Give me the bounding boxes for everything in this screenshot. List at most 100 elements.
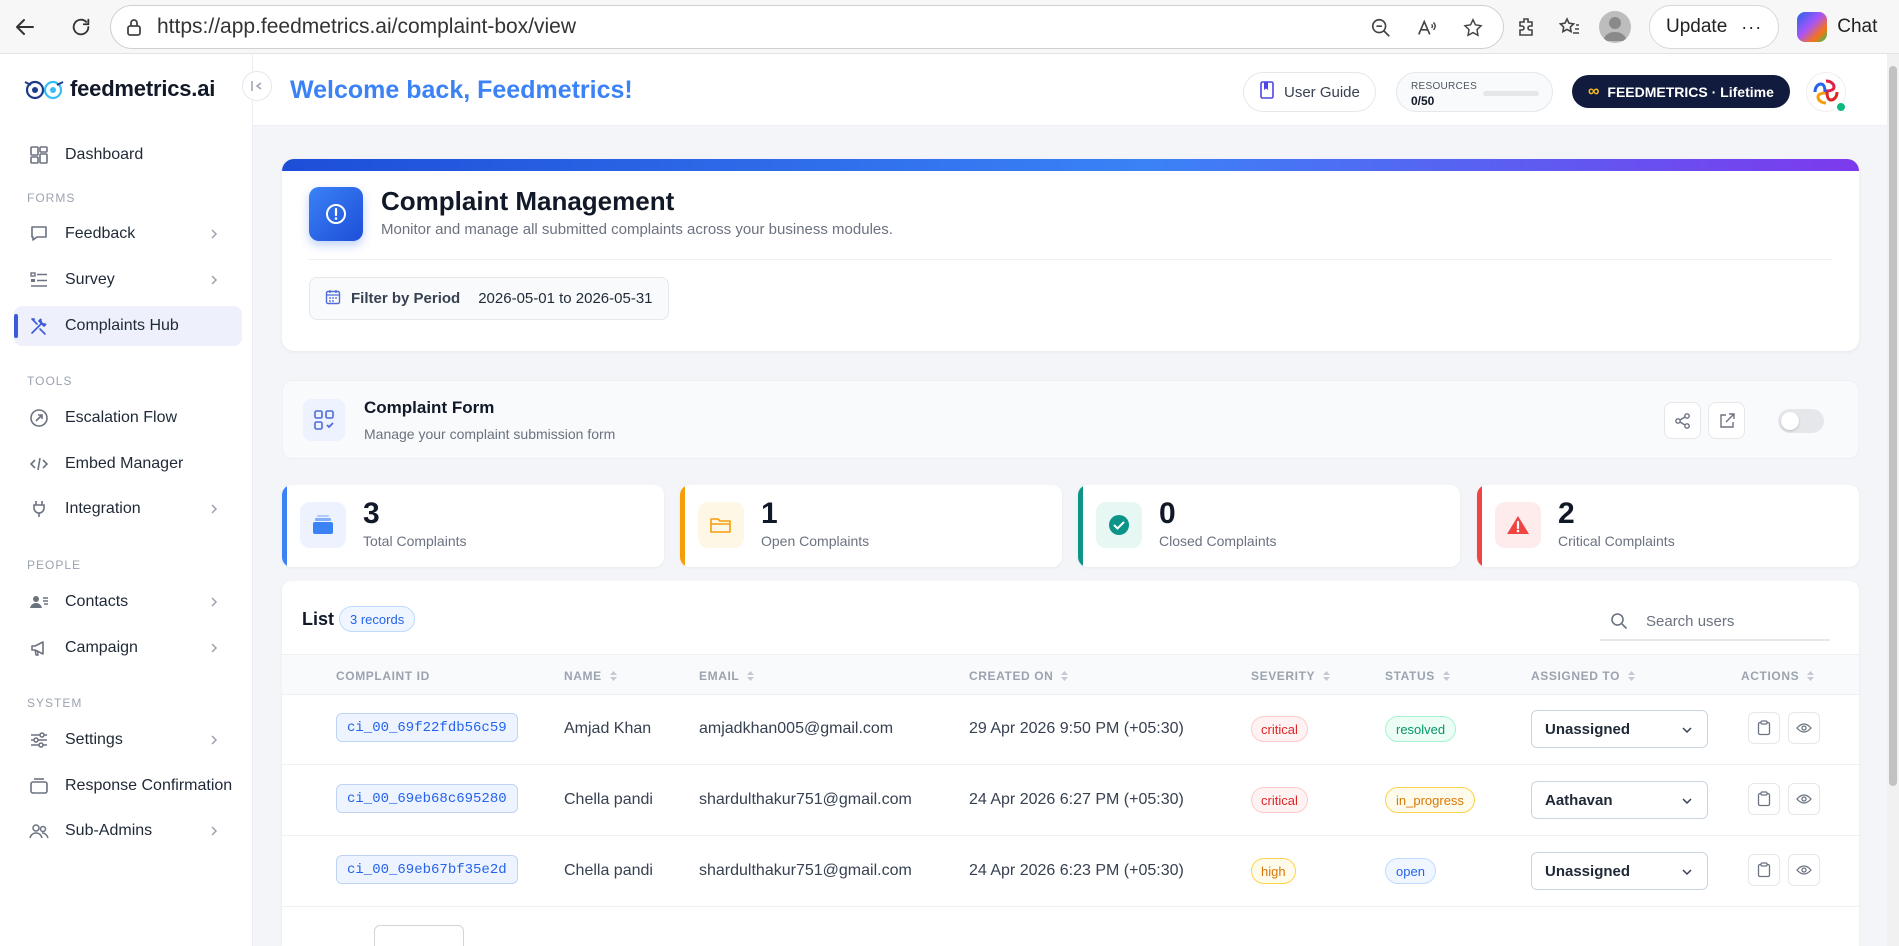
copy-button[interactable] — [1748, 783, 1780, 815]
chevron-down-icon — [1682, 869, 1692, 876]
sidebar-item-label: Integration — [65, 500, 141, 517]
share-button[interactable] — [1664, 402, 1701, 439]
sidebar-item-embed-manager[interactable]: Embed Manager — [14, 444, 242, 484]
stat-label: Open Complaints — [761, 533, 870, 549]
sort-icon — [1442, 671, 1450, 681]
assignee-value: Aathavan — [1545, 791, 1613, 809]
copilot-chat-button[interactable]: Chat — [1797, 12, 1877, 42]
extensions-icon[interactable] — [1515, 15, 1539, 39]
eye-icon — [1796, 865, 1812, 875]
sidebar-item-survey[interactable]: Survey — [14, 260, 242, 300]
sidebar-item-feedback[interactable]: Feedback — [14, 214, 242, 254]
status-badge: in_progress — [1385, 787, 1475, 813]
external-link-icon — [1719, 412, 1735, 428]
sidebar-item-dashboard[interactable]: Dashboard — [14, 135, 242, 175]
sidebar-item-escalation-flow[interactable]: Escalation Flow — [14, 398, 242, 438]
column-header-email[interactable]: EMAIL — [699, 669, 755, 683]
sidebar-item-complaints-hub[interactable]: Complaints Hub — [14, 306, 242, 346]
update-button[interactable]: Update ··· — [1649, 5, 1780, 49]
stat-label: Closed Complaints — [1159, 533, 1277, 549]
form-enabled-toggle[interactable] — [1778, 409, 1824, 433]
complaint-id-chip[interactable]: ci_00_69f22fdb56c59 — [336, 713, 518, 742]
sidebar-item-sub-admins[interactable]: Sub-Admins — [14, 811, 242, 851]
stat-accent-bar — [1078, 485, 1083, 567]
column-header-status[interactable]: STATUS — [1385, 669, 1451, 683]
assignee-select[interactable]: Aathavan — [1531, 781, 1708, 819]
resources-progress-bar — [1483, 91, 1539, 96]
sidebar-item-label: Survey — [65, 271, 115, 288]
column-header-severity[interactable]: SEVERITY — [1251, 669, 1331, 683]
column-header-name[interactable]: NAME — [564, 669, 618, 683]
stat-critical-complaints: 2 Critical Complaints — [1477, 485, 1859, 567]
view-button[interactable] — [1788, 854, 1820, 886]
view-button[interactable] — [1788, 712, 1820, 744]
favorite-star-icon[interactable] — [1461, 16, 1485, 40]
section-people-label: PEOPLE — [27, 558, 82, 572]
sidebar-item-label: Complaints Hub — [65, 317, 179, 334]
assignee-value: Unassigned — [1545, 720, 1631, 738]
assignee-select[interactable]: Unassigned — [1531, 852, 1708, 890]
complaints-list-card: List 3 records COMPLAINT ID NAME EMAIL C… — [282, 581, 1859, 946]
plan-badge[interactable]: ∞ FEEDMETRICS · Lifetime — [1572, 75, 1790, 108]
sidebar-item-contacts[interactable]: Contacts — [14, 582, 242, 622]
avatar[interactable] — [1806, 72, 1847, 113]
column-header-complaint-id[interactable]: COMPLAINT ID — [336, 669, 430, 683]
sidebar-item-label: Contacts — [65, 593, 129, 610]
brand-logo[interactable]: feedmetrics.ai — [24, 76, 215, 102]
megaphone-icon — [28, 637, 50, 659]
chevron-right-icon — [211, 275, 218, 285]
escalation-icon — [28, 407, 50, 429]
dashboard-icon — [28, 144, 50, 166]
assignee-select[interactable]: Unassigned — [1531, 710, 1708, 748]
column-header-created-on[interactable]: CREATED ON — [969, 669, 1069, 683]
list-title: List — [302, 609, 335, 629]
filter-date-range: 2026-05-01 to 2026-05-31 — [478, 290, 653, 307]
sidebar-item-settings[interactable]: Settings — [14, 720, 242, 760]
clipboard-icon — [1757, 791, 1771, 807]
sidebar-item-campaign[interactable]: Campaign — [14, 628, 242, 668]
search-icon — [1610, 612, 1632, 630]
period-filter[interactable]: Filter by Period 2026-05-01 to 2026-05-3… — [309, 277, 669, 320]
stat-total-complaints: 3 Total Complaints — [282, 485, 664, 567]
complaint-id-chip[interactable]: ci_00_69eb67bf35e2d — [336, 855, 518, 884]
complainant-email: shardulthakur751@gmail.com — [699, 862, 912, 879]
address-bar[interactable]: https://app.feedmetrics.ai/complaint-box… — [110, 5, 1504, 49]
collapse-sidebar-icon[interactable] — [242, 71, 272, 101]
sidebar-item-response-confirmation[interactable]: Response Confirmation — [14, 766, 242, 806]
chevron-right-icon — [211, 229, 218, 239]
book-icon — [1259, 81, 1275, 103]
scrollbar-thumb[interactable] — [1889, 66, 1897, 786]
search-input[interactable] — [1646, 612, 1826, 630]
online-status-dot — [1835, 101, 1847, 113]
table-row: ci_00_69f22fdb56c59 Amjad Khan amjadkhan… — [282, 695, 1859, 765]
complaint-id-chip[interactable]: ci_00_69eb68c695280 — [336, 784, 518, 813]
refresh-icon[interactable] — [64, 10, 98, 44]
page-scrollbar[interactable] — [1887, 54, 1899, 946]
records-count-badge: 3 records — [339, 606, 416, 632]
more-icon: ··· — [1741, 16, 1763, 37]
stat-label: Total Complaints — [363, 533, 467, 549]
lock-icon — [125, 17, 143, 42]
zoom-out-icon[interactable] — [1369, 16, 1393, 40]
column-header-label: COMPLAINT ID — [336, 669, 430, 683]
copy-button[interactable] — [1748, 854, 1780, 886]
back-icon[interactable] — [8, 10, 42, 44]
sidebar-item-label: Escalation Flow — [65, 409, 178, 426]
pagination-control[interactable] — [374, 925, 464, 946]
created-on: 24 Apr 2026 6:23 PM (+05:30) — [969, 862, 1184, 879]
open-external-button[interactable] — [1708, 402, 1745, 439]
warning-triangle-icon — [1495, 502, 1541, 548]
read-aloud-icon[interactable] — [1415, 16, 1439, 40]
complainant-name: Chella pandi — [564, 791, 653, 808]
user-guide-button[interactable]: User Guide — [1243, 72, 1376, 112]
column-header-assigned-to[interactable]: ASSIGNED TO — [1531, 669, 1636, 683]
sidebar: feedmetrics.ai Dashboard FORMS Feedback … — [0, 54, 253, 946]
divider — [309, 259, 1832, 260]
column-header-actions[interactable]: ACTIONS — [1741, 669, 1815, 683]
sidebar-item-integration[interactable]: Integration — [14, 489, 242, 529]
profile-avatar-icon[interactable] — [1599, 11, 1631, 43]
favorites-icon[interactable] — [1557, 15, 1581, 39]
view-button[interactable] — [1788, 783, 1820, 815]
stat-accent-bar — [282, 485, 287, 567]
copy-button[interactable] — [1748, 712, 1780, 744]
